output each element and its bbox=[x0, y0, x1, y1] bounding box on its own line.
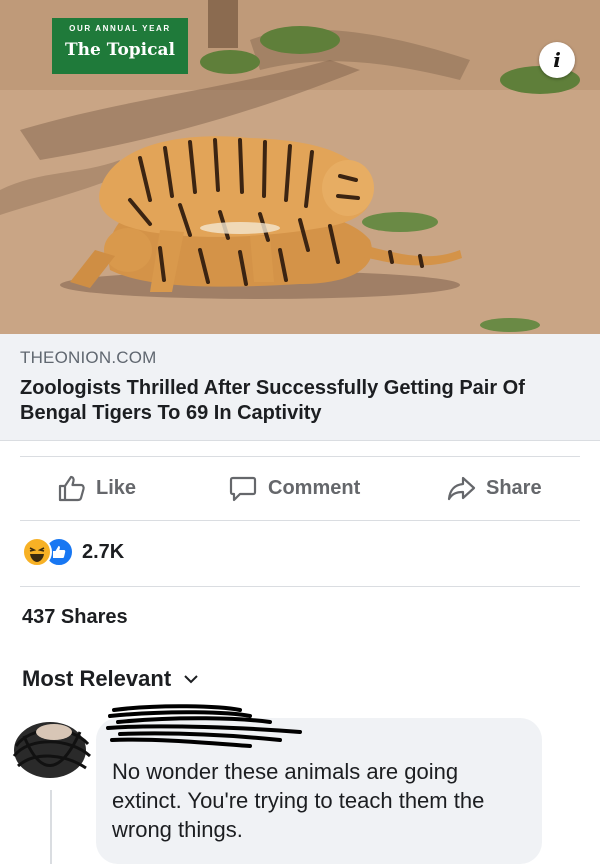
reactions-summary[interactable]: 2.7K bbox=[22, 537, 125, 567]
chevron-down-icon bbox=[184, 675, 198, 684]
badge-title: The Topical bbox=[65, 40, 175, 60]
info-icon[interactable]: i bbox=[539, 42, 575, 78]
commenter-avatar[interactable] bbox=[10, 716, 92, 782]
comment-sort-dropdown[interactable]: Most Relevant bbox=[22, 666, 199, 692]
shares-count[interactable]: 437 Shares bbox=[22, 606, 128, 629]
like-label: Like bbox=[96, 476, 137, 499]
thumbs-up-icon bbox=[58, 475, 85, 502]
link-preview-card[interactable]: OUR ANNUAL YEAR The Topical i THEONION.C… bbox=[0, 0, 600, 441]
link-domain: THEONION.COM bbox=[20, 348, 157, 367]
redacted-author-name bbox=[106, 704, 302, 748]
like-button[interactable]: Like bbox=[56, 470, 136, 506]
thread-line bbox=[50, 790, 52, 864]
share-button[interactable]: Share bbox=[446, 470, 542, 506]
reaction-count: 2.7K bbox=[82, 540, 125, 563]
publication-badge: OUR ANNUAL YEAR The Topical bbox=[52, 18, 188, 74]
divider-top bbox=[20, 456, 580, 457]
comment-button[interactable]: Comment bbox=[228, 470, 360, 506]
haha-icon bbox=[22, 537, 52, 567]
share-label: Share bbox=[486, 476, 542, 499]
comment-text: No wonder these animals are going extinc… bbox=[112, 759, 485, 842]
comment-icon bbox=[229, 476, 257, 502]
divider-lower bbox=[20, 586, 580, 587]
divider-middle bbox=[20, 520, 580, 521]
link-headline[interactable]: Zoologists Thrilled After Successfully G… bbox=[20, 376, 580, 426]
badge-kicker: OUR ANNUAL YEAR bbox=[69, 24, 171, 33]
share-arrow-icon bbox=[447, 476, 476, 501]
sort-label: Most Relevant bbox=[22, 666, 172, 691]
link-info[interactable]: THEONION.COM Zoologists Thrilled After S… bbox=[0, 334, 600, 441]
comment-label: Comment bbox=[268, 476, 361, 499]
